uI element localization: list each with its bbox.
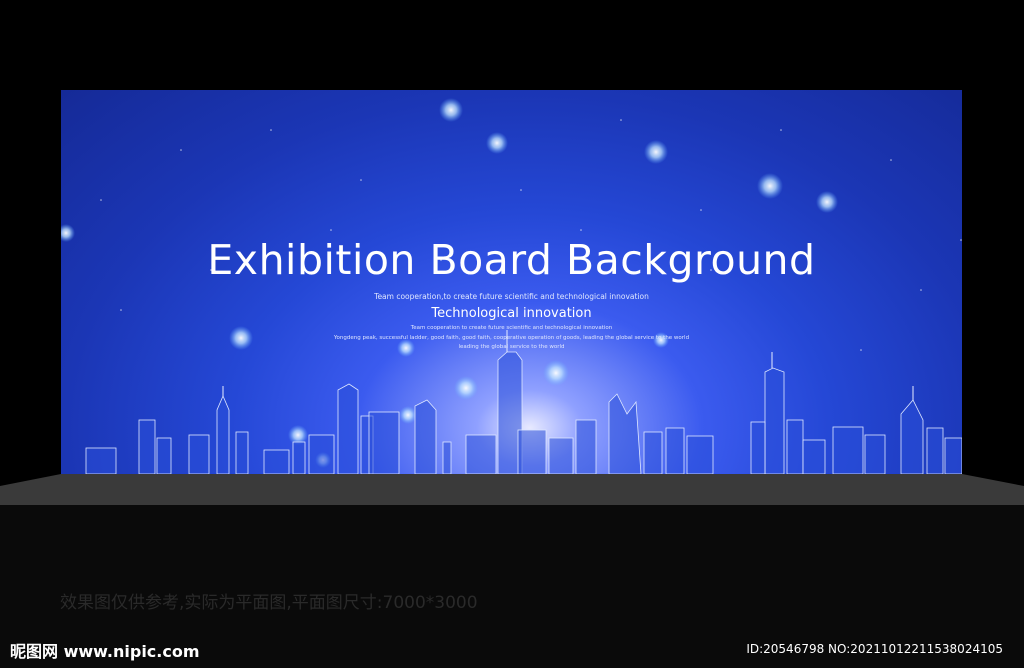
preview-disclaimer: 效果图仅供参考,实际为平面图,平面图尺寸:7000*3000 [60,593,478,613]
tagline-3: Yongdeng peak, successful ladder, good f… [333,335,690,341]
tagline-4: leading the global service to the world [458,344,565,350]
exhibition-board: Exhibition Board Background Team coopera… [61,90,962,474]
tagline-2: Team cooperation to create future scient… [410,325,613,331]
image-id: ID:20546798 NO:20211012211538024105 [746,642,1003,656]
logo-cn: 昵图网 [10,642,59,661]
watermark-logo: 昵图网 www.nipic.com [10,638,200,662]
tagline-1: Team cooperation,to create future scient… [374,292,649,301]
logo-site: www.nipic.com [63,642,200,661]
board-title: Exhibition Board Background [207,236,816,284]
board-subtitle: Technological innovation [431,306,592,321]
